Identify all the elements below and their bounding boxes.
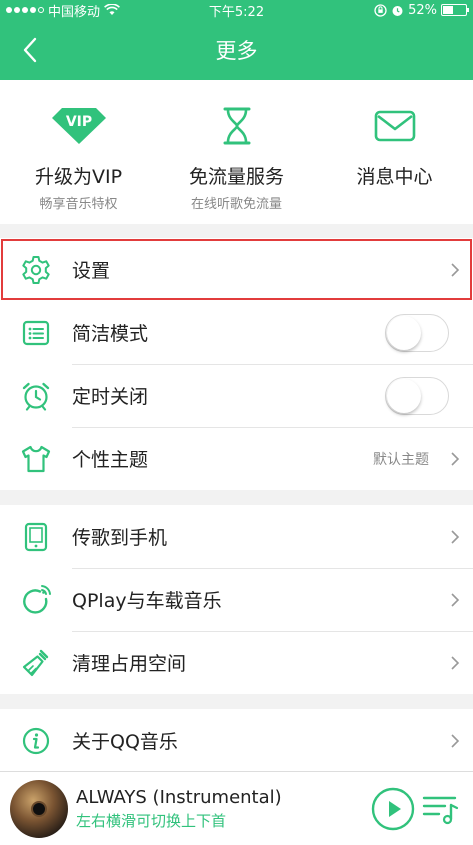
- play-icon: [371, 787, 415, 830]
- transfer-row[interactable]: 传歌到手机: [0, 505, 473, 568]
- settings-section: 设置 简洁模式 定时关闭 个性主题 默认主题: [0, 238, 473, 490]
- hourglass-icon: [223, 107, 250, 145]
- alarm-clock-icon: [22, 382, 50, 411]
- timer-label: 定时关闭: [72, 386, 149, 408]
- clean-row[interactable]: 清理占用空间: [0, 631, 473, 694]
- vip-title: 升级为VIP: [34, 166, 123, 188]
- qplay-row[interactable]: QPlay与车载音乐: [0, 568, 473, 631]
- free-data-title: 免流量服务: [188, 166, 284, 188]
- swipe-hint: 左右横滑可切换上下首: [76, 811, 227, 830]
- battery-percent: 52%: [408, 2, 437, 18]
- quick-actions: VIP 升级为VIP 畅享音乐特权 免流量服务 在线听歌免流量 消息中心: [0, 80, 473, 224]
- back-button[interactable]: [14, 34, 46, 66]
- playlist-button[interactable]: [417, 785, 465, 833]
- about-row[interactable]: 关于QQ音乐: [0, 709, 473, 772]
- chevron-right-icon: [451, 655, 460, 670]
- vip-diamond-icon: VIP: [51, 108, 106, 144]
- mini-player[interactable]: ALWAYS (Instrumental) 左右横滑可切换上下首: [0, 771, 473, 845]
- qplay-icon: [23, 584, 51, 614]
- alarm-icon: [392, 5, 403, 16]
- clean-label: 清理占用空间: [72, 653, 187, 675]
- play-button[interactable]: [369, 785, 417, 833]
- chevron-right-icon: [451, 451, 460, 466]
- simple-mode-toggle[interactable]: [385, 313, 449, 352]
- playlist-icon: [422, 796, 459, 824]
- about-section: 关于QQ音乐: [0, 709, 473, 772]
- simple-mode-row: 简洁模式: [0, 301, 473, 364]
- vip-upgrade-button[interactable]: VIP 升级为VIP 畅享音乐特权: [0, 80, 157, 224]
- timer-row: 定时关闭: [0, 364, 473, 427]
- theme-value: 默认主题: [373, 451, 429, 468]
- broom-icon: [22, 649, 49, 676]
- about-label: 关于QQ音乐: [72, 731, 178, 753]
- status-time: 下午5:22: [208, 4, 265, 20]
- transfer-label: 传歌到手机: [72, 527, 168, 549]
- tablet-icon: [24, 522, 48, 551]
- status-bar: 中国移动 下午5:22 52%: [0, 0, 473, 20]
- signal-icon: [6, 7, 44, 13]
- chevron-right-icon: [451, 262, 460, 277]
- envelope-icon: [374, 110, 415, 142]
- theme-label: 个性主题: [72, 449, 149, 471]
- qplay-label: QPlay与车载音乐: [72, 590, 222, 612]
- settings-label: 设置: [72, 260, 111, 282]
- battery-icon: [441, 4, 469, 16]
- carrier-label: 中国移动: [48, 4, 101, 20]
- tshirt-icon: [21, 445, 51, 472]
- wifi-icon: [104, 4, 120, 15]
- album-cover[interactable]: [10, 779, 68, 838]
- chevron-right-icon: [451, 733, 460, 748]
- svg-text:VIP: VIP: [65, 114, 91, 130]
- song-title: ALWAYS (Instrumental): [76, 786, 282, 808]
- chevron-right-icon: [451, 529, 460, 544]
- free-data-subtitle: 在线听歌免流量: [190, 197, 282, 212]
- vip-subtitle: 畅享音乐特权: [39, 197, 118, 212]
- theme-row[interactable]: 个性主题 默认主题: [0, 427, 473, 490]
- free-data-button[interactable]: 免流量服务 在线听歌免流量: [158, 80, 315, 224]
- message-center-button[interactable]: 消息中心: [316, 80, 473, 224]
- chevron-right-icon: [451, 592, 460, 607]
- simple-mode-label: 简洁模式: [72, 323, 149, 345]
- tools-section: 传歌到手机 QPlay与车载音乐 清理占用空间: [0, 505, 473, 694]
- rotation-lock-icon: [374, 3, 387, 17]
- nav-bar: 更多: [0, 20, 473, 80]
- info-icon: [22, 727, 50, 754]
- message-center-title: 消息中心: [356, 166, 433, 188]
- list-icon: [22, 320, 50, 345]
- gear-icon: [22, 255, 50, 284]
- page-title: 更多: [215, 39, 258, 63]
- settings-row[interactable]: 设置: [0, 238, 473, 301]
- timer-toggle[interactable]: [385, 376, 449, 415]
- chevron-left-icon: [23, 37, 37, 63]
